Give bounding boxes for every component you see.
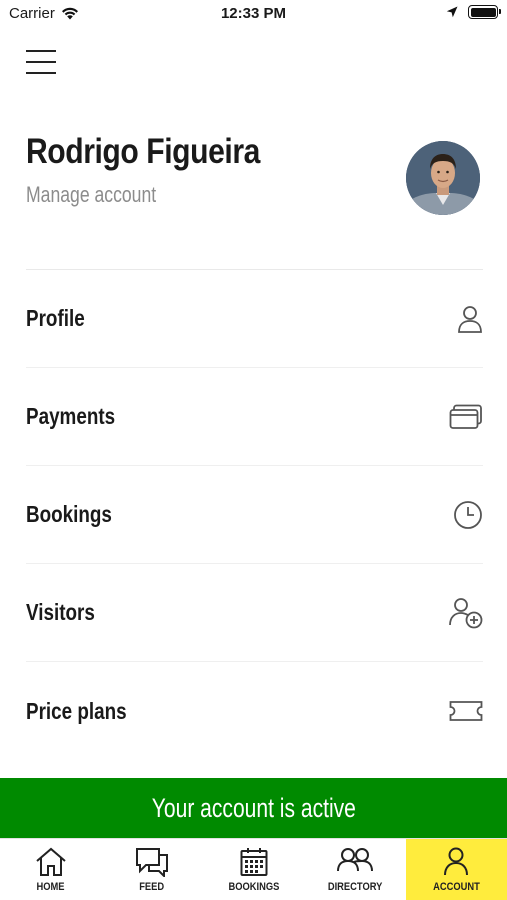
tab-home[interactable]: HOME bbox=[0, 839, 101, 900]
tab-label: BOOKINGS bbox=[228, 881, 279, 893]
menu-item-label: Bookings bbox=[26, 501, 112, 527]
hamburger-menu-button[interactable] bbox=[26, 50, 56, 74]
person-icon bbox=[443, 301, 483, 337]
tab-feed[interactable]: FEED bbox=[101, 839, 202, 900]
menu-line bbox=[26, 72, 56, 74]
ticket-icon bbox=[443, 693, 483, 729]
status-right bbox=[446, 5, 501, 19]
tab-label: ACCOUNT bbox=[432, 881, 480, 893]
tab-bookings[interactable]: BOOKINGS bbox=[203, 839, 304, 900]
menu-item-label: Profile bbox=[26, 305, 85, 331]
calendar-icon bbox=[240, 848, 268, 876]
menu-item-label: Price plans bbox=[26, 697, 127, 724]
menu-item-bookings[interactable]: Bookings bbox=[26, 466, 483, 564]
menu-item-price-plans[interactable]: Price plans bbox=[26, 662, 483, 760]
account-status-text: Your account is active bbox=[151, 792, 356, 823]
menu-item-profile[interactable]: Profile bbox=[26, 270, 483, 368]
tab-directory[interactable]: DIRECTORY bbox=[304, 839, 405, 900]
add-person-icon bbox=[443, 595, 483, 631]
chat-icon bbox=[136, 848, 169, 877]
menu-item-payments[interactable]: Payments bbox=[26, 368, 483, 466]
menu-line bbox=[26, 50, 56, 52]
person-icon bbox=[444, 847, 469, 876]
cards-icon bbox=[443, 399, 483, 435]
menu-item-label: Payments bbox=[26, 403, 116, 429]
avatar-image bbox=[406, 141, 480, 215]
user-name: Rodrigo Figueira bbox=[26, 132, 260, 171]
home-icon bbox=[36, 847, 66, 876]
status-time: 12:33 PM bbox=[220, 5, 287, 22]
tab-label: DIRECTORY bbox=[327, 881, 383, 893]
account-status-banner: Your account is active bbox=[0, 778, 507, 838]
bottom-tab-bar: HOME FEED BOOKINGS DIRECTORY ACCOUNT bbox=[0, 838, 507, 900]
menu-line bbox=[26, 61, 56, 63]
avatar[interactable] bbox=[406, 141, 480, 215]
tab-account[interactable]: ACCOUNT bbox=[405, 839, 507, 900]
menu-item-label: Visitors bbox=[26, 599, 95, 625]
manage-account-link[interactable]: Manage account bbox=[26, 182, 156, 208]
menu-item-visitors[interactable]: Visitors bbox=[26, 564, 483, 662]
people-icon bbox=[336, 848, 373, 872]
account-menu-list: Profile Payments Bookings Visitors Price… bbox=[26, 269, 483, 760]
tab-label: HOME bbox=[36, 881, 65, 893]
status-bar: Carrier 12:33 PM bbox=[0, 0, 507, 28]
tab-label: FEED bbox=[139, 881, 165, 893]
clock-icon bbox=[443, 497, 483, 533]
battery-icon bbox=[468, 5, 501, 19]
location-arrow-icon bbox=[446, 6, 458, 18]
